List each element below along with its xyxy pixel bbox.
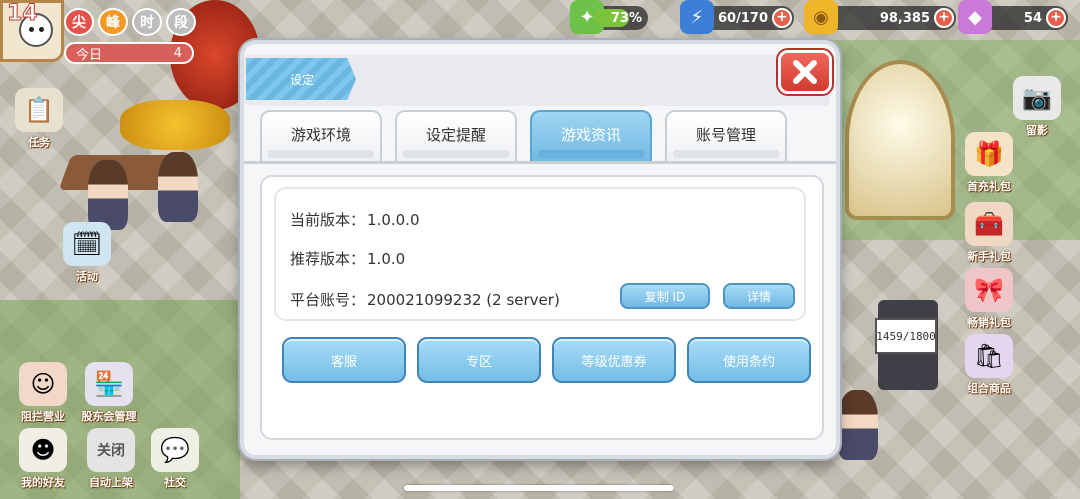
tab-game-environment[interactable]: 游戏环境 (260, 110, 382, 162)
side-event-button[interactable]: 🗓 活动 (56, 222, 118, 284)
copy-id-button[interactable]: 复制 ID (620, 283, 710, 309)
side-shareholder-button[interactable]: 🏪 股东会管理 (78, 362, 140, 424)
terms-of-use-button[interactable]: 使用条约 (687, 337, 811, 383)
current-version-value: 1.0.0.0 (367, 211, 420, 229)
gem-value: 54 (1023, 10, 1042, 26)
today-counter[interactable]: 今日 4 (64, 42, 194, 64)
settings-dialog: 设定 游戏环境 设定提醒 游戏资讯 账号管理 当前版本： 1.0.0.0 推荐版本… (240, 40, 840, 459)
tab-reminder-settings[interactable]: 设定提醒 (395, 110, 517, 162)
current-version-row: 当前版本： 1.0.0.0 (290, 209, 420, 230)
energy-value: 60/170 (718, 10, 768, 26)
details-button[interactable]: 详情 (723, 283, 795, 309)
peak-badge: 段 (166, 8, 196, 36)
recommended-version-label: 推荐版本： (290, 250, 366, 268)
peak-badge: 尖 (64, 8, 94, 36)
camera-icon: 📷 (1013, 76, 1061, 120)
gem-counter[interactable]: ◆ 54 + (958, 0, 1068, 34)
satisfaction-value: 73% (610, 10, 642, 26)
side-block-business-button[interactable]: ☺ 阻拦营业 (12, 362, 74, 424)
side-combo-goods-button[interactable]: 🛍 组合商品 (958, 334, 1020, 396)
customer-service-button[interactable]: 客服 (282, 337, 406, 383)
recommended-version-value: 1.0.0 (367, 250, 406, 268)
side-label: 股东会管理 (81, 410, 137, 423)
customer-character[interactable] (88, 160, 128, 230)
add-coins-button[interactable]: + (934, 8, 954, 28)
gift-box-icon: 🎁 (965, 132, 1013, 176)
version-info-box: 当前版本： 1.0.0.0 推荐版本： 1.0.0 平台账号： 20002109923… (274, 187, 806, 321)
energy-meter[interactable]: ⚡ 60/170 + (680, 0, 794, 34)
zone-button[interactable]: 专区 (417, 337, 541, 383)
side-label: 任务 (28, 136, 50, 149)
player-level: 14 (7, 1, 39, 27)
chat-icon: 💬 (151, 428, 199, 472)
peak-badge: 时 (132, 8, 162, 36)
satisfaction-meter[interactable]: ✦ 73% (570, 0, 648, 34)
peak-badge: 峰 (98, 8, 128, 36)
side-first-recharge-button[interactable]: 🎁 首充礼包 (958, 132, 1020, 194)
flower-bed (120, 100, 230, 150)
golden-statue[interactable] (845, 60, 955, 220)
coin-icon: ◉ (804, 0, 838, 34)
gift-bag-icon: 🎀 (965, 268, 1013, 312)
close-icon (793, 60, 817, 84)
side-label: 首充礼包 (967, 180, 1011, 193)
platform-account-row: 平台账号： 200021099232 (2 server) (290, 289, 560, 310)
shop-icon: 🏪 (85, 362, 133, 406)
today-label: 今日 (76, 47, 103, 63)
side-photo-button[interactable]: 📷 留影 (1006, 76, 1068, 138)
side-auto-shelf-button[interactable]: 关闭 自动上架 (80, 428, 142, 490)
action-buttons: 客服 专区 等级优惠券 使用条约 (282, 337, 812, 383)
auto-shelf-icon: 关闭 (87, 428, 135, 472)
side-label: 我的好友 (21, 476, 65, 489)
side-label: 阻拦营业 (21, 410, 65, 423)
recommended-version-row: 推荐版本： 1.0.0 (290, 248, 405, 269)
current-version-label: 当前版本： (290, 211, 366, 229)
event-board-icon: 🗓 (63, 222, 111, 266)
chest-icon: 🧰 (965, 202, 1013, 246)
platform-account-value: 200021099232 (2 server) (367, 291, 560, 309)
side-task-button[interactable]: 📋 任务 (8, 88, 70, 150)
player-avatar[interactable]: 14 (0, 0, 64, 62)
side-label: 社交 (164, 476, 186, 489)
close-button[interactable] (778, 50, 832, 94)
settings-tabs: 游戏环境 设定提醒 游戏资讯 账号管理 (260, 110, 830, 164)
side-label: 组合商品 (967, 382, 1011, 395)
peak-time-badges: 尖 峰 时 段 (64, 8, 196, 36)
tab-account-management[interactable]: 账号管理 (665, 110, 787, 162)
side-friends-button[interactable]: ☻ 我的好友 (12, 428, 74, 490)
character-icon: ☺ (19, 362, 67, 406)
side-social-button[interactable]: 💬 社交 (144, 428, 206, 490)
goods-icon: 🛍 (965, 334, 1013, 378)
closed-label: 关闭 (97, 443, 125, 459)
side-hot-pack-button[interactable]: 🎀 畅销礼包 (958, 268, 1020, 330)
tab-game-info[interactable]: 游戏资讯 (530, 110, 652, 162)
coin-value: 98,385 (879, 10, 930, 26)
customer-character[interactable] (158, 152, 198, 222)
home-indicator[interactable] (404, 485, 674, 491)
side-newbie-pack-button[interactable]: 🧰 新手礼包 (958, 202, 1020, 264)
add-energy-button[interactable]: + (772, 8, 792, 28)
coin-counter[interactable]: ◉ 98,385 + (804, 0, 956, 34)
clipboard-icon: 📋 (15, 88, 63, 132)
tab-divider (244, 161, 836, 164)
side-label: 新手礼包 (967, 250, 1011, 263)
stand-counter: 1459/1800 (875, 318, 937, 354)
today-value: 4 (173, 45, 182, 61)
level-coupon-button[interactable]: 等级优惠券 (552, 337, 676, 383)
dialog-title: 设定 (246, 58, 356, 100)
gem-icon: ◆ (958, 0, 992, 34)
side-label: 活动 (76, 270, 98, 283)
side-label: 自动上架 (89, 476, 133, 489)
add-gems-button[interactable]: + (1046, 8, 1066, 28)
platform-account-label: 平台账号： (290, 291, 366, 309)
lightning-icon: ⚡ (680, 0, 714, 34)
customer-character[interactable] (838, 390, 878, 460)
side-label: 畅销礼包 (967, 316, 1011, 329)
game-info-panel: 当前版本： 1.0.0.0 推荐版本： 1.0.0 平台账号： 20002109923… (260, 175, 824, 440)
friends-icon: ☻ (19, 428, 67, 472)
